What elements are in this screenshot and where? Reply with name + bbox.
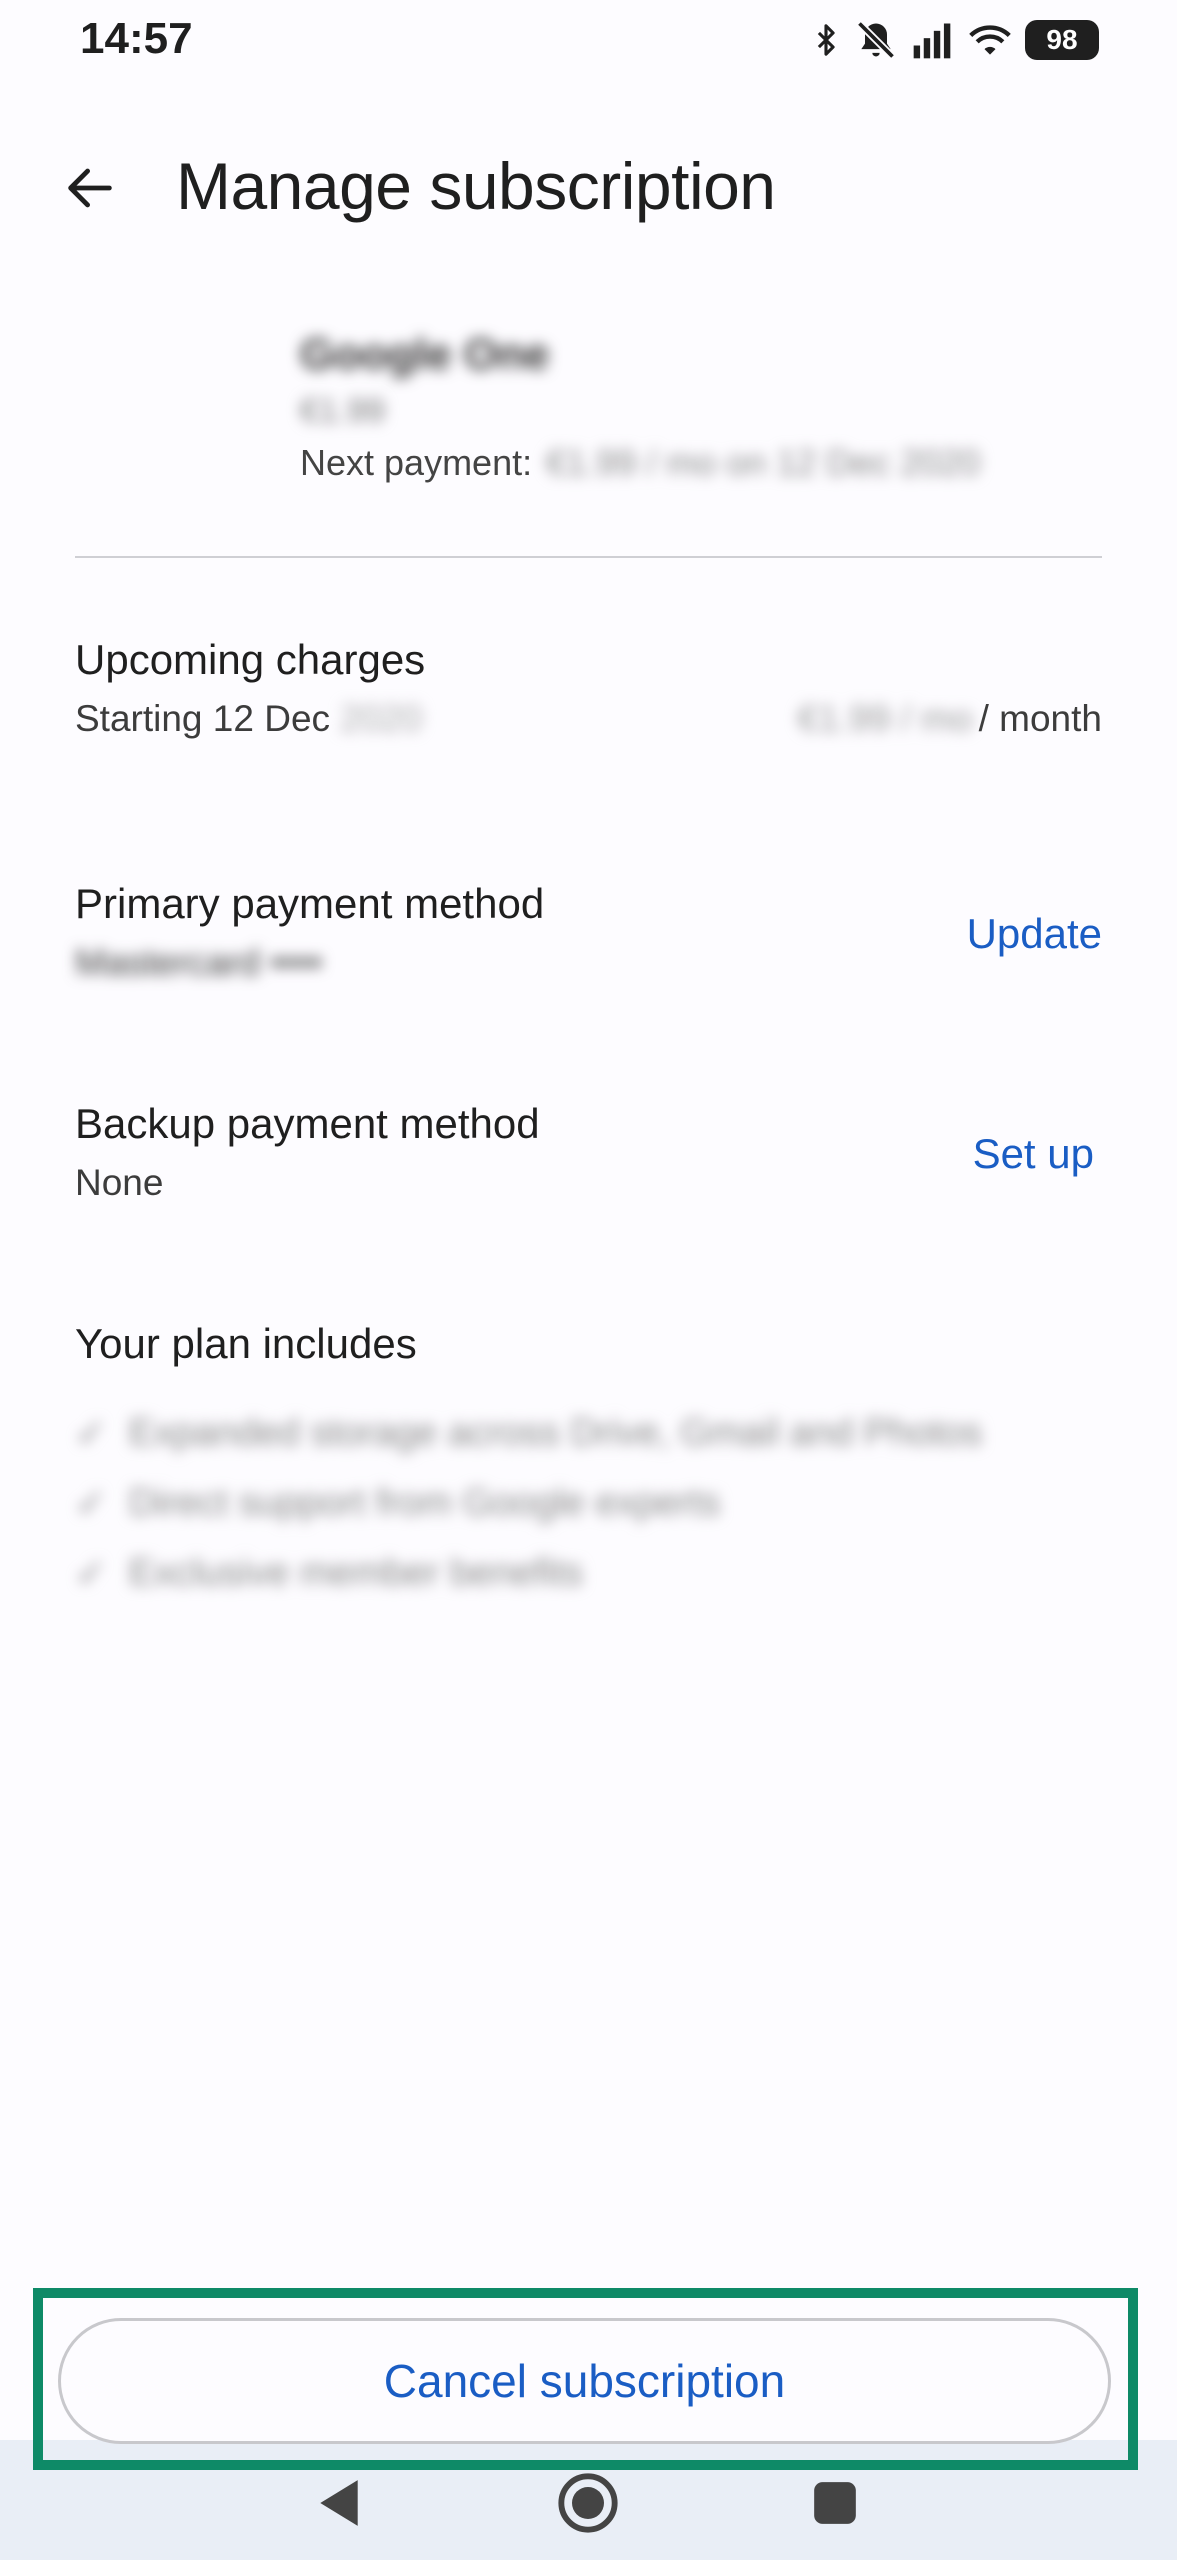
check-icon: ✓ xyxy=(75,1482,107,1525)
plan-section: Your plan includes ✓ Expanded storage acr… xyxy=(75,1320,1102,1608)
home-circle-icon xyxy=(556,2471,620,2540)
charge-period: / month xyxy=(978,698,1102,739)
primary-payment-value: Mastercard •••• xyxy=(75,942,323,983)
nav-back-button[interactable] xyxy=(304,2470,374,2540)
product-price: €1.99 xyxy=(300,392,386,430)
list-item: ✓ Direct support from Google experts xyxy=(75,1468,1102,1538)
update-button[interactable]: Update xyxy=(967,910,1102,958)
cancel-subscription-button[interactable]: Cancel subscription xyxy=(58,2318,1111,2444)
backup-payment-title: Backup payment method xyxy=(75,1100,540,1147)
list-item: ✓ Exclusive member benefits xyxy=(75,1538,1102,1608)
divider xyxy=(75,556,1102,558)
nav-recents-button[interactable] xyxy=(800,2470,870,2540)
product-header: Google One €1.99 Next payment: €1.99 / m… xyxy=(300,330,1100,484)
upcoming-charges-amount: €1.99 / mo / month xyxy=(798,698,1102,740)
nav-home-button[interactable] xyxy=(553,2470,623,2540)
wifi-icon xyxy=(965,18,1015,62)
status-bar: 14:57 98 xyxy=(0,0,1177,80)
primary-payment-title: Primary payment method xyxy=(75,880,545,927)
check-icon: ✓ xyxy=(75,1552,107,1595)
check-icon: ✓ xyxy=(75,1412,107,1455)
backup-payment-value: None xyxy=(75,1162,164,1203)
recents-square-icon xyxy=(810,2478,860,2533)
upcoming-charges-title: Upcoming charges xyxy=(75,636,426,683)
muted-bell-icon xyxy=(853,18,899,62)
next-payment-label: Next payment: xyxy=(300,442,533,483)
upcoming-charges-start: Starting 12 Dec 2020 xyxy=(75,698,422,740)
list-item: ✓ Expanded storage across Drive, Gmail an… xyxy=(75,1398,1102,1468)
plan-title: Your plan includes xyxy=(75,1320,417,1367)
set-up-button[interactable]: Set up xyxy=(973,1130,1094,1178)
next-payment: Next payment: €1.99 / mo on 12 Dec 2020 xyxy=(300,442,1100,484)
upcoming-charges-year: 2020 xyxy=(340,698,423,739)
backup-payment-section: Backup payment method None Set up xyxy=(75,1100,1102,1204)
status-time: 14:57 xyxy=(80,14,193,63)
primary-payment-section: Primary payment method Mastercard •••• U… xyxy=(75,880,1102,984)
battery-icon: 98 xyxy=(1025,20,1099,60)
app-bar: Manage subscription xyxy=(0,120,1177,260)
plan-benefit: Exclusive member benefits xyxy=(128,1551,583,1594)
arrow-left-icon xyxy=(61,159,119,222)
back-button[interactable] xyxy=(50,150,130,230)
plan-benefit-list: ✓ Expanded storage across Drive, Gmail an… xyxy=(75,1398,1102,1608)
page-title: Manage subscription xyxy=(176,149,776,223)
bluetooth-icon xyxy=(809,18,843,62)
status-icons: 98 xyxy=(809,16,1099,64)
signal-icon xyxy=(909,18,955,62)
upcoming-charges-section: Upcoming charges Starting 12 Dec 2020 €1.… xyxy=(75,636,1102,740)
charge-amount: €1.99 / mo xyxy=(797,698,973,739)
plan-benefit: Direct support from Google experts xyxy=(128,1481,721,1524)
upcoming-charges-start-label: Starting 12 Dec xyxy=(75,698,331,739)
product-name: Google One xyxy=(300,330,550,379)
plan-benefit: Expanded storage across Drive, Gmail and… xyxy=(128,1411,983,1454)
back-triangle-icon xyxy=(314,2476,364,2535)
next-payment-value: €1.99 / mo on 12 Dec 2020 xyxy=(546,442,981,483)
